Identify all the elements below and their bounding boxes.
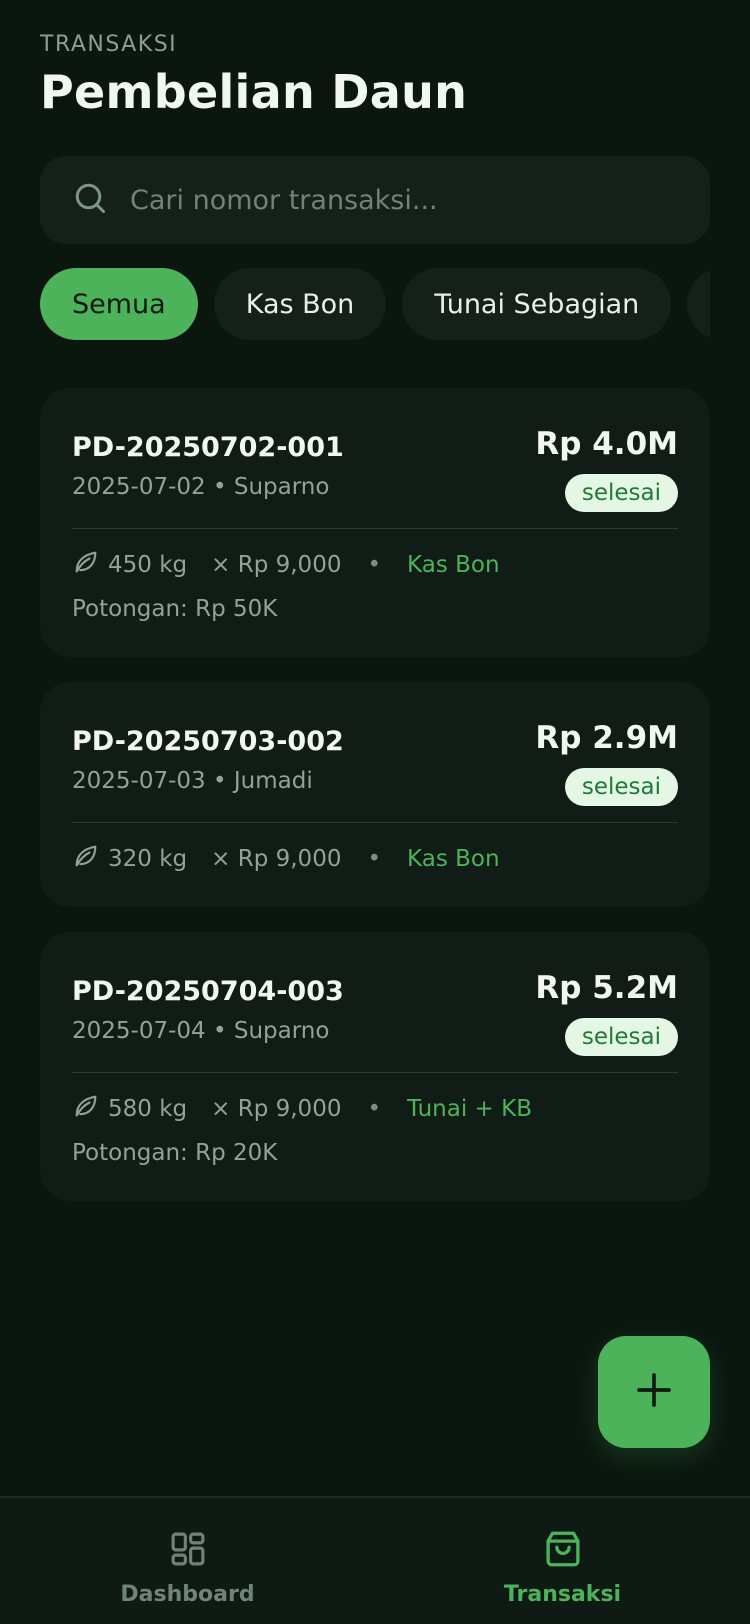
separator-dot: • xyxy=(367,846,382,872)
nav-item-dashboard[interactable]: Dashboard xyxy=(0,1498,375,1624)
card-details: 580 kg × Rp 9,000 • Tunai + KB Potongan:… xyxy=(72,1073,678,1201)
search-bar[interactable] xyxy=(40,156,710,244)
filter-chip-semua[interactable]: Semua xyxy=(40,268,198,340)
detail-row: 450 kg × Rp 9,000 • Kas Bon xyxy=(72,547,678,583)
payment-method: Kas Bon xyxy=(407,552,500,578)
transaction-id: PD-20250703-002 xyxy=(72,726,344,757)
weight-value: 450 kg xyxy=(108,552,188,578)
transaction-card[interactable]: PD-20250704-003 2025-07-04 • Suparno Rp … xyxy=(40,932,710,1201)
transaction-card[interactable]: PD-20250703-002 2025-07-03 • Jumadi Rp 2… xyxy=(40,682,710,907)
transaction-id: PD-20250704-003 xyxy=(72,976,344,1007)
filter-chip-kas-bon[interactable]: Kas Bon xyxy=(213,268,387,340)
weight-value: 580 kg xyxy=(108,1096,188,1122)
status-badge: selesai xyxy=(564,768,678,806)
page-eyebrow: TRANSAKSI xyxy=(40,32,178,57)
plus-icon xyxy=(634,1370,674,1414)
nav-label-transaksi: Transaksi xyxy=(503,1582,622,1607)
page-header: TRANSAKSI Pembelian Daun xyxy=(40,32,710,119)
transaction-amount: Rp 5.2M xyxy=(535,970,678,1006)
potongan-text: Potongan: Rp 50K xyxy=(72,596,278,622)
price-value: × Rp 9,000 xyxy=(211,1096,342,1122)
search-input[interactable] xyxy=(130,170,710,230)
search-icon xyxy=(72,180,108,220)
separator-dot: • xyxy=(367,1096,382,1122)
status-badge: selesai xyxy=(564,1018,678,1056)
transaction-meta: 2025-07-04 • Suparno xyxy=(72,1018,330,1044)
nav-label-dashboard: Dashboard xyxy=(120,1582,255,1607)
transaction-meta: 2025-07-02 • Suparno xyxy=(72,474,330,500)
transaction-id: PD-20250702-001 xyxy=(72,432,344,463)
detail-row: 320 kg × Rp 9,000 • Kas Bon xyxy=(72,841,678,877)
status-badge: selesai xyxy=(564,474,678,512)
price-value: × Rp 9,000 xyxy=(211,846,342,872)
card-details: 320 kg × Rp 9,000 • Kas Bon xyxy=(72,823,678,907)
leaf-icon xyxy=(72,548,108,582)
grid-icon xyxy=(167,1528,209,1574)
card-header: PD-20250704-003 2025-07-04 • Suparno Rp … xyxy=(72,932,678,1073)
filter-chips: Semua Kas Bon Tunai Sebagian T xyxy=(40,268,710,340)
leaf-icon xyxy=(72,842,108,876)
bottom-navigation: Dashboard Transaksi xyxy=(0,1496,750,1624)
card-header: PD-20250702-001 2025-07-02 • Suparno Rp … xyxy=(72,388,678,529)
filter-chip-tunai-sebagian[interactable]: Tunai Sebagian xyxy=(402,268,672,340)
card-details: 450 kg × Rp 9,000 • Kas Bon Potongan: Rp… xyxy=(72,529,678,657)
payment-method: Kas Bon xyxy=(407,846,500,872)
nav-item-transaksi[interactable]: Transaksi xyxy=(375,1498,750,1624)
page-title: Pembelian Daun xyxy=(40,65,468,119)
price-value: × Rp 9,000 xyxy=(211,552,342,578)
filter-chip-tunai[interactable]: T xyxy=(687,268,710,340)
transaction-amount: Rp 2.9M xyxy=(535,720,678,756)
transaction-amount: Rp 4.0M xyxy=(535,426,678,462)
transaction-card[interactable]: PD-20250702-001 2025-07-02 • Suparno Rp … xyxy=(40,388,710,657)
payment-method: Tunai + KB xyxy=(407,1096,532,1122)
detail-row: 580 kg × Rp 9,000 • Tunai + KB xyxy=(72,1091,678,1127)
card-header: PD-20250703-002 2025-07-03 • Jumadi Rp 2… xyxy=(72,682,678,823)
shopping-bag-icon xyxy=(542,1528,584,1574)
separator-dot: • xyxy=(367,552,382,578)
add-transaction-button[interactable] xyxy=(598,1336,710,1448)
transaction-meta: 2025-07-03 • Jumadi xyxy=(72,768,313,794)
weight-value: 320 kg xyxy=(108,846,188,872)
leaf-icon xyxy=(72,1092,108,1126)
potongan-text: Potongan: Rp 20K xyxy=(72,1140,278,1166)
